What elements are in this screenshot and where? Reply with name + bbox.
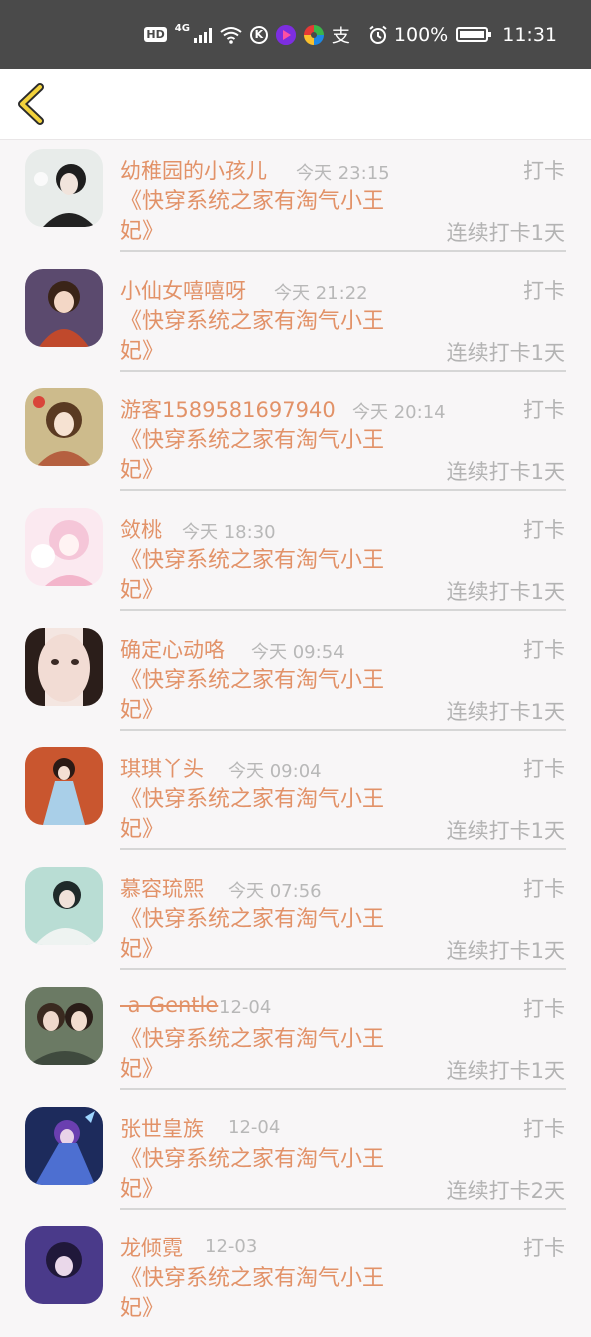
user-name[interactable]: 张世皇族 xyxy=(120,1113,204,1143)
streak-label: 连续打卡1天 xyxy=(446,819,565,844)
checkin-action-label: 打卡 xyxy=(523,398,565,423)
checkin-action-label: 打卡 xyxy=(523,1116,565,1141)
divider xyxy=(120,369,566,372)
checkin-action-label: 打卡 xyxy=(523,996,565,1021)
book-title[interactable]: 《快穿系统之家有淘气小王妃》 xyxy=(120,666,405,726)
user-name[interactable]: 确定心动咯 xyxy=(120,634,225,664)
checkin-action-label: 打卡 xyxy=(523,159,565,183)
streak-label: 连续打卡1天 xyxy=(446,1058,565,1083)
divider xyxy=(120,968,566,971)
checkin-time: 12-04 xyxy=(219,996,272,1018)
divider xyxy=(120,1087,566,1090)
divider xyxy=(120,489,566,492)
chevron-left-icon xyxy=(18,83,44,125)
alarm-icon xyxy=(368,25,388,45)
list-item[interactable]: 敛桃 今天 18:30 打卡 《快穿系统之家有淘气小王妃》 连续打卡1天 xyxy=(0,499,591,619)
list-item[interactable]: 游客1589581697940 今天 20:14 打卡 《快穿系统之家有淘气小王… xyxy=(0,379,591,499)
checkin-time: 今天 07:56 xyxy=(228,881,322,903)
wifi-icon xyxy=(220,26,242,44)
checkin-time: 12-04 xyxy=(228,1116,281,1138)
list-item[interactable]: 慕容琉熙 今天 07:56 打卡 《快穿系统之家有淘气小王妃》 连续打卡1天 xyxy=(0,858,591,978)
avatar[interactable] xyxy=(25,627,103,706)
status-bar: HD 4G K 支 100% 11:31 xyxy=(0,0,591,69)
checkin-time: 今天 09:54 xyxy=(251,641,345,663)
avatar[interactable] xyxy=(25,388,103,467)
user-name[interactable]: 游客1589581697940 xyxy=(120,394,336,424)
streak-label: 连续打卡1天 xyxy=(446,939,565,964)
checkin-list: 幼稚园的小孩儿 今天 23:15 打卡 《快穿系统之家有淘气小王妃》 连续打卡1… xyxy=(0,140,591,1337)
user-name[interactable]: 幼稚园的小孩儿 xyxy=(120,155,267,185)
alipay-icon: 支 xyxy=(331,25,350,47)
streak-label: 连续打卡1天 xyxy=(446,460,565,485)
title-bar xyxy=(0,69,591,140)
divider xyxy=(120,1207,566,1210)
checkin-time: 12-03 xyxy=(205,1236,258,1258)
avatar[interactable] xyxy=(25,986,103,1065)
battery-icon xyxy=(456,27,492,42)
user-name[interactable]: -a-Gentle xyxy=(120,993,218,1017)
checkin-action-label: 打卡 xyxy=(523,877,565,902)
book-title[interactable]: 《快穿系统之家有淘气小王妃》 xyxy=(120,905,405,965)
checkin-time: 今天 23:15 xyxy=(296,163,390,184)
user-name[interactable]: 小仙女嘻嘻呀 xyxy=(120,275,246,305)
avatar[interactable] xyxy=(25,508,103,587)
streak-label: 连续打卡1天 xyxy=(446,699,565,724)
list-item[interactable]: 幼稚园的小孩儿 今天 23:15 打卡 《快穿系统之家有淘气小王妃》 连续打卡1… xyxy=(0,140,591,260)
avatar[interactable] xyxy=(25,1226,103,1305)
list-item[interactable]: 确定心动咯 今天 09:54 打卡 《快穿系统之家有淘气小王妃》 连续打卡1天 xyxy=(0,619,591,739)
streak-label: 连续打卡1天 xyxy=(446,221,565,245)
k-app-icon: K xyxy=(249,25,268,44)
book-title[interactable]: 《快穿系统之家有淘气小王妃》 xyxy=(120,1145,405,1205)
user-name[interactable]: 龙倾霓 xyxy=(120,1232,183,1262)
pinwheel-app-icon xyxy=(303,24,324,45)
clock: 11:31 xyxy=(502,23,557,46)
checkin-action-label: 打卡 xyxy=(523,518,565,543)
checkin-action-label: 打卡 xyxy=(523,757,565,782)
list-item[interactable]: 张世皇族 12-04 打卡 《快穿系统之家有淘气小王妃》 连续打卡2天 xyxy=(0,1098,591,1218)
signal-icon xyxy=(193,27,212,43)
battery-percent: 100% xyxy=(393,23,449,46)
list-item[interactable]: 琪琪丫头 今天 09:04 打卡 《快穿系统之家有淘气小王妃》 连续打卡1天 xyxy=(0,738,591,858)
divider xyxy=(120,848,566,851)
checkin-action-label: 打卡 xyxy=(523,1236,565,1261)
streak-label: 连续打卡1天 xyxy=(446,340,565,365)
checkin-time: 今天 20:14 xyxy=(352,402,446,424)
list-item[interactable]: 小仙女嘻嘻呀 今天 21:22 打卡 《快穿系统之家有淘气小王妃》 连续打卡1天 xyxy=(0,260,591,380)
checkin-time: 今天 21:22 xyxy=(274,282,368,304)
user-name[interactable]: 敛桃 xyxy=(120,514,162,544)
streak-label: 连续打卡2天 xyxy=(446,1178,565,1203)
streak-label: 连续打卡1天 xyxy=(446,580,565,605)
book-title[interactable]: 《快穿系统之家有淘气小王妃》 xyxy=(120,187,405,247)
list-item[interactable]: 龙倾霓 12-03 打卡 《快穿系统之家有淘气小王妃》 xyxy=(0,1217,591,1337)
divider xyxy=(120,250,566,252)
book-title[interactable]: 《快穿系统之家有淘气小王妃》 xyxy=(120,785,405,845)
checkin-time: 今天 18:30 xyxy=(182,522,276,544)
user-name[interactable]: 慕容琉熙 xyxy=(120,873,204,903)
avatar[interactable] xyxy=(25,867,103,946)
video-app-icon xyxy=(275,24,296,45)
avatar[interactable] xyxy=(25,268,103,347)
book-title[interactable]: 《快穿系统之家有淘气小王妃》 xyxy=(120,546,405,606)
avatar[interactable] xyxy=(25,1106,103,1185)
avatar[interactable] xyxy=(25,747,103,826)
checkin-action-label: 打卡 xyxy=(523,637,565,662)
book-title[interactable]: 《快穿系统之家有淘气小王妃》 xyxy=(120,426,405,486)
hd-icon: HD xyxy=(144,27,167,42)
back-button[interactable] xyxy=(14,83,50,125)
network-type-label: 4G xyxy=(174,23,190,34)
book-title[interactable]: 《快穿系统之家有淘气小王妃》 xyxy=(120,307,405,367)
checkin-action-label: 打卡 xyxy=(523,278,565,303)
divider xyxy=(120,609,566,612)
checkin-time: 今天 09:04 xyxy=(228,761,322,783)
divider xyxy=(120,728,566,731)
book-title[interactable]: 《快穿系统之家有淘气小王妃》 xyxy=(120,1264,405,1324)
user-name[interactable]: 琪琪丫头 xyxy=(120,753,204,783)
book-title[interactable]: 《快穿系统之家有淘气小王妃》 xyxy=(120,1025,405,1085)
list-item[interactable]: -a-Gentle 12-04 打卡 《快穿系统之家有淘气小王妃》 连续打卡1天 xyxy=(0,978,591,1098)
avatar[interactable] xyxy=(25,149,103,227)
